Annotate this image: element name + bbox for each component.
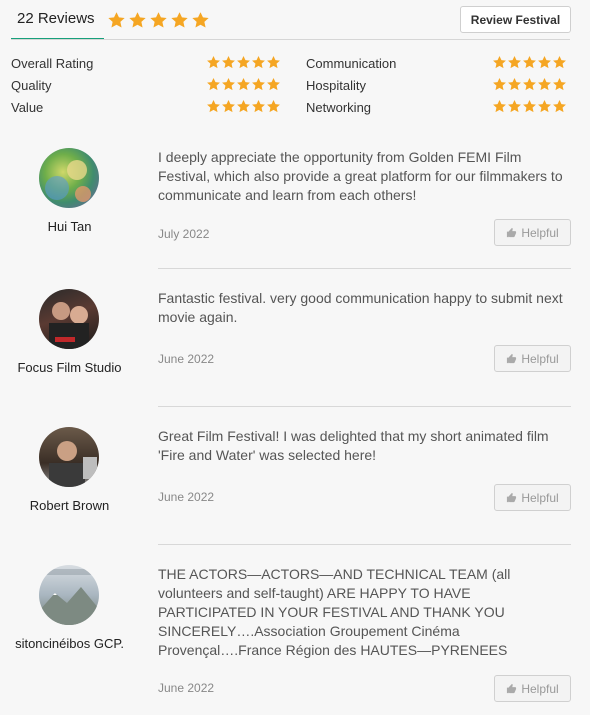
star-icon <box>207 55 220 69</box>
star-icon <box>150 12 167 28</box>
rating-row: Networking <box>306 97 567 117</box>
review-text: Fantastic festival. very good communicat… <box>158 290 563 325</box>
star-icon <box>192 12 209 28</box>
star-icon <box>207 99 220 113</box>
star-icon <box>538 77 551 91</box>
star-icon <box>267 55 280 69</box>
rating-row: Quality <box>11 75 281 95</box>
review-divider <box>158 406 571 407</box>
star-icon <box>207 77 220 91</box>
helpful-label: Helpful <box>521 490 559 505</box>
star-icon <box>129 12 146 28</box>
star-icon <box>222 99 235 113</box>
rating-stars <box>206 99 281 114</box>
reviewer-name[interactable]: Focus Film Studio <box>0 360 139 375</box>
star-icon <box>508 55 521 69</box>
reviewer-name[interactable]: Robert Brown <box>0 498 139 513</box>
helpful-button[interactable]: Helpful <box>494 675 571 702</box>
review-text: Great Film Festival! I was delighted tha… <box>158 428 549 463</box>
review-text: I deeply appreciate the opportunity from… <box>158 149 563 203</box>
star-icon <box>523 55 536 69</box>
avatar-image <box>49 441 97 487</box>
helpful-label: Helpful <box>521 681 559 696</box>
reviewer-name[interactable]: Hui Tan <box>0 219 139 234</box>
helpful-button[interactable]: Helpful <box>494 484 571 511</box>
review-text: THE ACTORS—ACTORS—AND TECHNICAL TEAM (al… <box>158 566 511 658</box>
star-icon <box>237 99 250 113</box>
thumbs-up-icon <box>507 492 517 503</box>
star-icon <box>267 99 280 113</box>
review-divider <box>158 268 571 269</box>
helpful-button[interactable]: Helpful <box>494 345 571 372</box>
avatar[interactable] <box>39 289 99 349</box>
rating-stars <box>492 77 567 92</box>
review-festival-button[interactable]: Review Festival <box>460 6 571 33</box>
reviews-count-label: 22 Reviews <box>17 10 95 27</box>
avatar[interactable] <box>39 148 99 208</box>
rating-stars <box>206 77 281 92</box>
helpful-label: Helpful <box>521 351 559 366</box>
star-icon <box>553 77 566 91</box>
rating-row: Value <box>11 97 281 117</box>
rating-breakdown: Overall Rating Quality Value Communicati… <box>0 50 590 120</box>
avatar[interactable] <box>39 565 99 625</box>
star-icon <box>171 12 188 28</box>
star-icon <box>252 55 265 69</box>
rating-stars <box>492 99 567 114</box>
star-icon <box>553 99 566 113</box>
review-date: June 2022 <box>158 352 215 366</box>
star-icon <box>237 77 250 91</box>
reviewer-name[interactable]: sitoncinéibos GCP. <box>0 636 139 651</box>
review-divider <box>158 544 571 545</box>
star-icon <box>508 99 521 113</box>
thumbs-up-icon <box>507 353 517 364</box>
star-icon <box>493 99 506 113</box>
rating-row: Hospitality <box>306 75 567 95</box>
rating-row: Overall Rating <box>11 53 281 73</box>
star-icon <box>237 55 250 69</box>
rating-label: Communication <box>306 56 397 71</box>
star-icon <box>493 77 506 91</box>
rating-label: Networking <box>306 100 372 115</box>
star-icon <box>523 77 536 91</box>
rating-row: Communication <box>306 53 567 73</box>
review-date: July 2022 <box>158 227 210 241</box>
reviews-header: 22 Reviews Review Festival <box>0 0 590 42</box>
star-icon <box>222 55 235 69</box>
star-icon <box>493 55 506 69</box>
helpful-button[interactable]: Helpful <box>494 219 571 246</box>
thumbs-up-icon <box>507 227 517 238</box>
star-icon <box>523 99 536 113</box>
helpful-label: Helpful <box>521 225 559 240</box>
rating-label: Hospitality <box>306 78 366 93</box>
overall-stars <box>107 11 210 30</box>
avatar-image <box>49 302 89 349</box>
star-icon <box>252 99 265 113</box>
rating-label: Value <box>11 100 44 115</box>
rating-label: Quality <box>11 78 52 93</box>
star-icon <box>252 77 265 91</box>
star-icon <box>267 77 280 91</box>
avatar[interactable] <box>39 427 99 487</box>
review-date: June 2022 <box>158 681 215 695</box>
review-date: June 2022 <box>158 490 215 504</box>
star-icon <box>538 55 551 69</box>
star-icon <box>538 99 551 113</box>
header-divider <box>11 39 570 40</box>
star-icon <box>508 77 521 91</box>
star-icon <box>108 12 125 28</box>
tab-reviews[interactable]: 22 Reviews <box>11 4 104 40</box>
rating-label: Overall Rating <box>11 56 94 71</box>
star-icon <box>553 55 566 69</box>
avatar-image <box>39 569 99 625</box>
star-icon <box>222 77 235 91</box>
rating-stars <box>492 55 567 70</box>
thumbs-up-icon <box>507 683 517 694</box>
rating-stars <box>206 55 281 70</box>
avatar-image <box>45 160 91 202</box>
